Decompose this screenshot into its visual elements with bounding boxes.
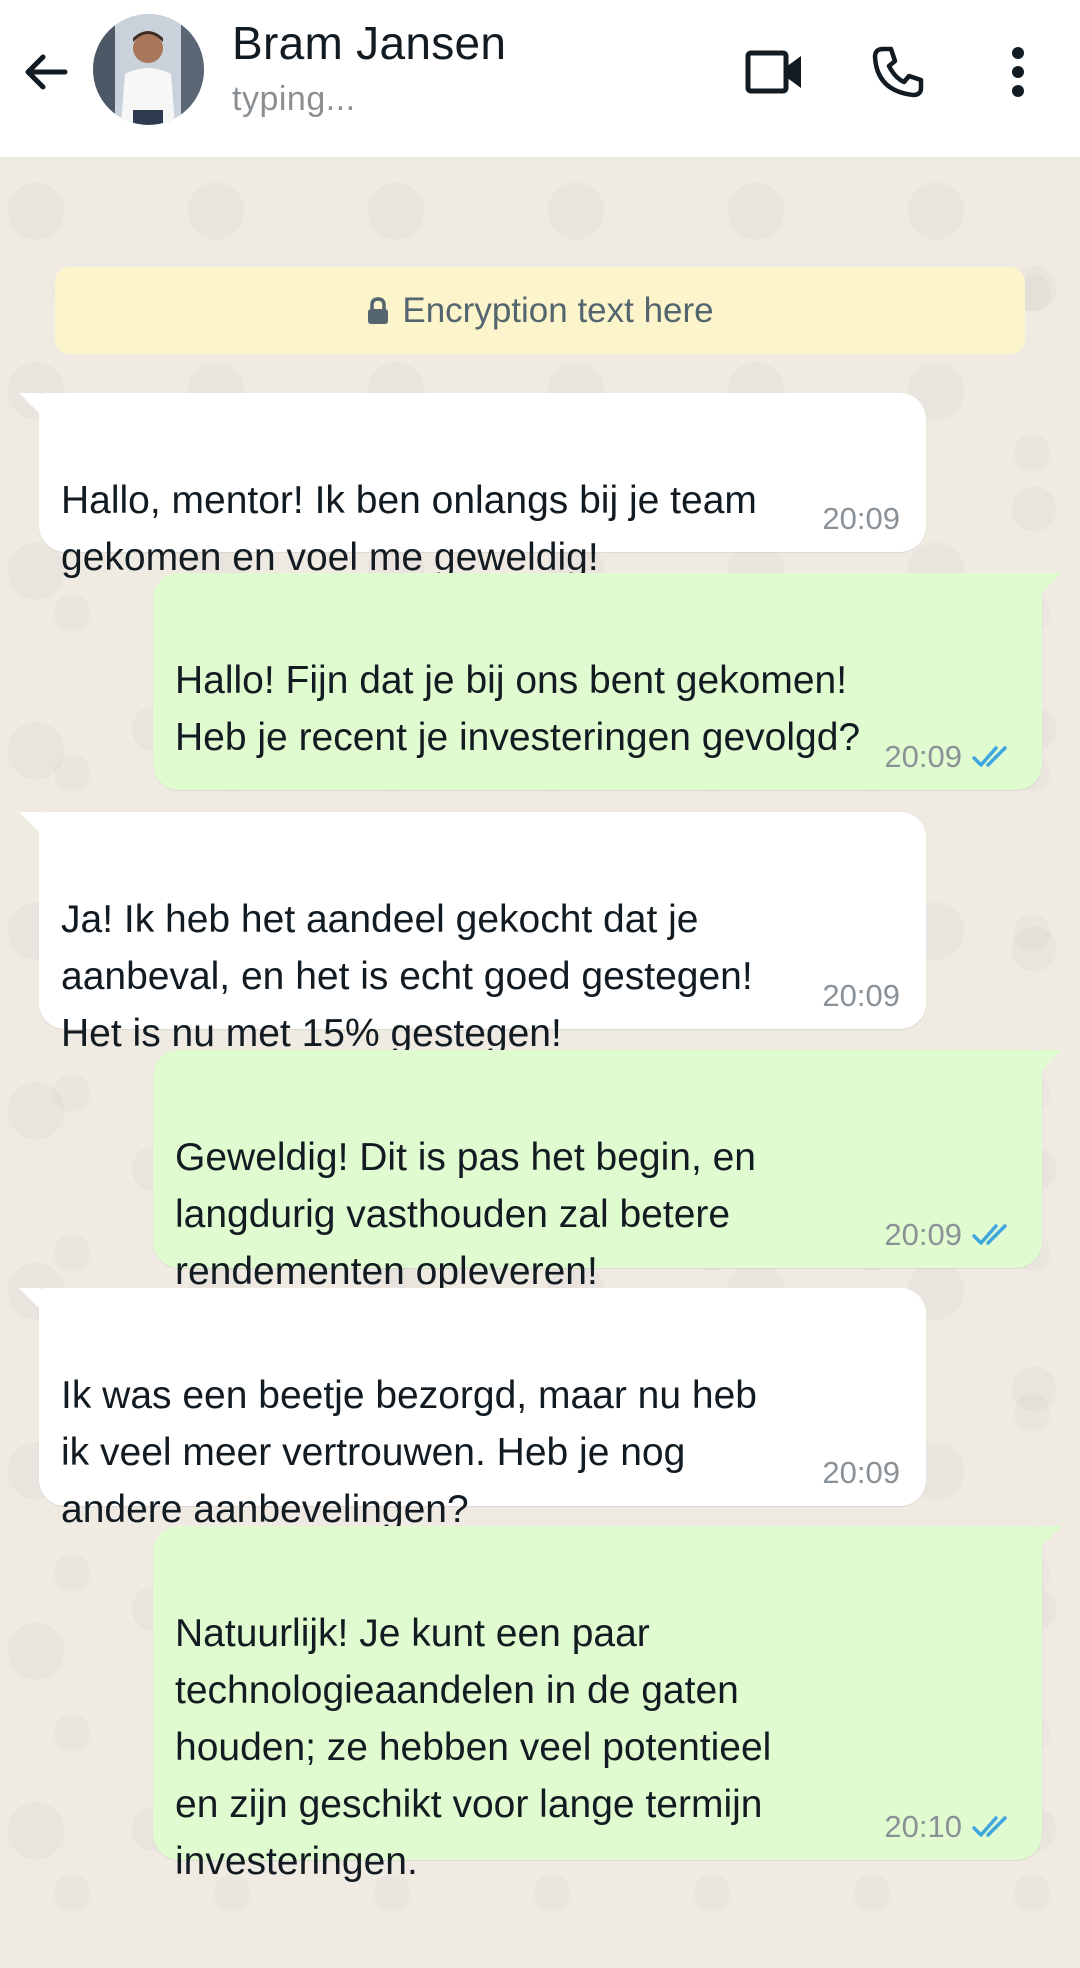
message-time: 20:10 (884, 1809, 962, 1844)
phone-icon (872, 46, 924, 98)
avatar[interactable] (93, 14, 204, 125)
message-meta: 20:09 (822, 503, 900, 534)
lock-icon (368, 296, 389, 324)
message-time: 20:09 (884, 739, 962, 774)
contact-name[interactable]: Bram Jansen (232, 16, 506, 70)
message-time: 20:09 (822, 1455, 900, 1490)
message-time: 20:09 (884, 1217, 962, 1252)
message-text: Natuurlijk! Je kunt een paar technologie… (175, 1612, 772, 1883)
more-vertical-icon (1012, 47, 1024, 97)
arrow-left-icon (25, 54, 68, 90)
message-time: 20:09 (822, 978, 900, 1013)
message-bubble-incoming[interactable]: Ik was een beetje bezorgd, maar nu heb i… (19, 1288, 926, 1531)
double-check-icon (972, 1815, 1007, 1837)
message-bubble-outgoing[interactable]: Geweldig! Dit is pas het begin, en langd… (153, 1050, 1062, 1293)
message-text: Geweldig! Dit is pas het begin, en langd… (175, 1136, 757, 1293)
chat-area[interactable]: Encryption text here Hallo, mentor! Ik b… (0, 157, 1080, 1968)
video-call-button[interactable] (739, 36, 811, 108)
message-bubble-incoming[interactable]: Ja! Ik heb het aandeel gekocht dat je aa… (19, 812, 926, 1055)
avatar-photo (93, 14, 204, 125)
double-check-icon (972, 1223, 1007, 1245)
encryption-text: Encryption text here (402, 290, 714, 330)
more-options-button[interactable] (982, 36, 1054, 108)
message-text: Ja! Ik heb het aandeel gekocht dat je aa… (61, 898, 753, 1055)
message-text: Hallo, mentor! Ik ben onlangs bij je tea… (61, 479, 757, 579)
message-bubble-outgoing[interactable]: Hallo! Fijn dat je bij ons bent gekomen!… (153, 573, 1062, 790)
double-check-icon (972, 745, 1007, 767)
voice-call-button[interactable] (862, 36, 934, 108)
message-bubble-incoming[interactable]: Hallo, mentor! Ik ben onlangs bij je tea… (19, 393, 926, 579)
message-meta: 20:09 (822, 1457, 900, 1488)
message-meta: 20:09 (822, 980, 900, 1011)
message-meta: 20:09 (884, 1219, 1016, 1250)
message-bubble-outgoing[interactable]: Natuurlijk! Je kunt een paar technologie… (153, 1526, 1062, 1883)
message-time: 20:09 (822, 501, 900, 536)
message-text: Ik was een beetje bezorgd, maar nu heb i… (61, 1374, 757, 1531)
message-meta: 20:09 (884, 741, 1016, 772)
chat-header: Bram Jansen typing... (0, 0, 1080, 157)
message-meta: 20:10 (884, 1811, 1016, 1842)
back-button[interactable] (18, 44, 74, 100)
encryption-notice[interactable]: Encryption text here (55, 267, 1025, 354)
contact-status: typing... (232, 80, 356, 118)
video-camera-icon (745, 50, 801, 94)
